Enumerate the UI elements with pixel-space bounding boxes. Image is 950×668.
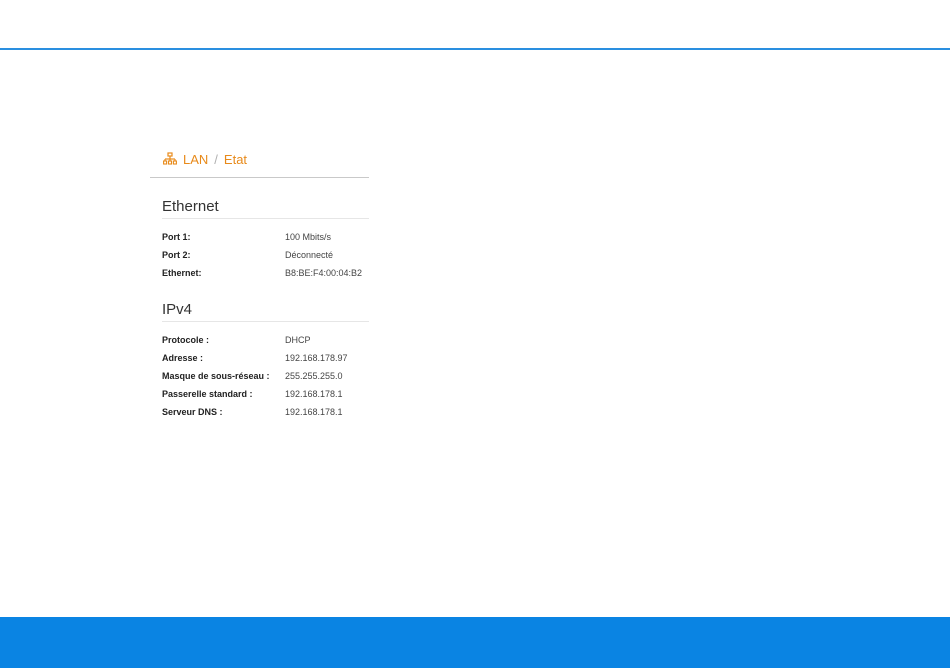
- row-label: Protocole :: [162, 335, 210, 345]
- info-row-address: Adresse : 192.168.178.97: [162, 349, 369, 367]
- row-label: Adresse :: [162, 353, 204, 363]
- ethernet-section: Ethernet Port 1: 100 Mbits/s Port 2: Déc…: [162, 178, 369, 282]
- row-label: Port 2:: [162, 250, 191, 260]
- info-row-port-2: Port 2: Déconnecté: [162, 246, 369, 264]
- page: LAN / Etat Ethernet Port 1: 100 Mbits/s …: [0, 0, 950, 668]
- breadcrumb-separator: /: [214, 151, 218, 167]
- breadcrumb-lan[interactable]: LAN: [183, 152, 208, 167]
- row-value: 100 Mbits/s: [285, 232, 332, 242]
- info-row-dns-server: Serveur DNS : 192.168.178.1: [162, 403, 369, 421]
- row-label: Ethernet:: [162, 268, 202, 278]
- breadcrumb-etat[interactable]: Etat: [224, 152, 247, 167]
- ipv4-rows: Protocole : DHCP Adresse : 192.168.178.9…: [162, 322, 369, 421]
- row-value: 192.168.178.1: [285, 407, 343, 417]
- row-value: 192.168.178.1: [285, 389, 343, 399]
- breadcrumb: LAN / Etat: [150, 145, 369, 178]
- footer-band: [0, 617, 950, 668]
- row-value: 192.168.178.97: [285, 353, 348, 363]
- ethernet-rows: Port 1: 100 Mbits/s Port 2: Déconnecté E…: [162, 219, 369, 282]
- row-label: Port 1:: [162, 232, 191, 242]
- network-icon: [163, 152, 177, 166]
- info-row-port-1: Port 1: 100 Mbits/s: [162, 228, 369, 246]
- section-title-ethernet: Ethernet: [162, 178, 369, 219]
- row-value: 255.255.255.0: [285, 371, 343, 381]
- info-row-subnet-mask: Masque de sous-réseau : 255.255.255.0: [162, 367, 369, 385]
- info-row-ethernet-mac: Ethernet: B8:BE:F4:00:04:B2: [162, 264, 369, 282]
- lan-status-panel: LAN / Etat Ethernet Port 1: 100 Mbits/s …: [150, 145, 369, 421]
- section-title-ipv4: IPv4: [162, 282, 369, 322]
- row-value: B8:BE:F4:00:04:B2: [285, 268, 363, 278]
- header-rule: [0, 48, 950, 50]
- row-value: Déconnecté: [285, 250, 334, 260]
- row-label: Serveur DNS :: [162, 407, 223, 417]
- row-value: DHCP: [285, 335, 311, 345]
- ipv4-section: IPv4 Protocole : DHCP Adresse : 192.168.…: [162, 282, 369, 421]
- row-label: Passerelle standard :: [162, 389, 253, 399]
- row-label: Masque de sous-réseau :: [162, 371, 270, 381]
- info-row-protocol: Protocole : DHCP: [162, 331, 369, 349]
- info-row-gateway: Passerelle standard : 192.168.178.1: [162, 385, 369, 403]
